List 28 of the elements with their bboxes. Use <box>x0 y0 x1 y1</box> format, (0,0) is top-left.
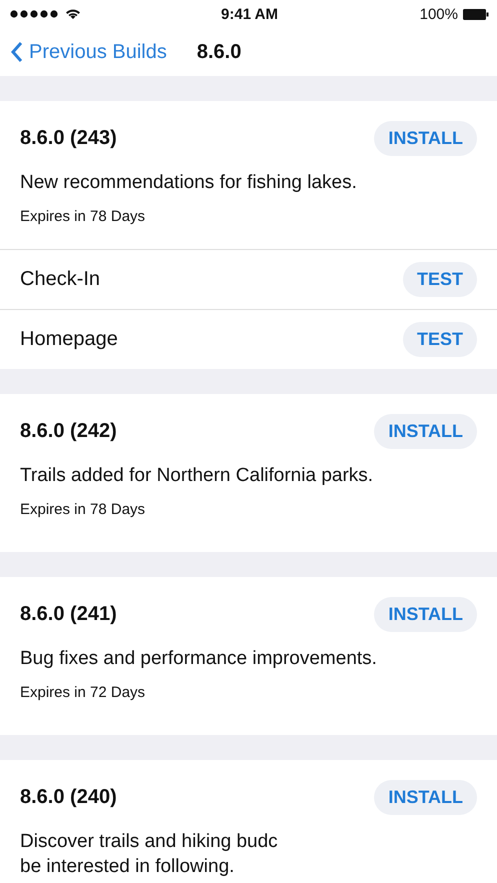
build-description: be interested in following. <box>20 855 236 879</box>
status-time: 9:41 AM <box>221 6 278 22</box>
battery-percent: 100% <box>420 6 458 22</box>
group-name: Check-In <box>20 268 100 291</box>
screen-title: 8.6.0 <box>196 40 242 64</box>
wifi-icon <box>65 8 81 20</box>
build-title: 8.6.0 (240) <box>20 786 117 809</box>
battery-icon <box>463 8 489 20</box>
group-name: Homepage <box>20 328 118 351</box>
expiry-text: Expires in 78 Days <box>20 501 146 518</box>
build-title: 8.6.0 (243) <box>20 127 117 150</box>
install-button[interactable]: INSTALL <box>374 597 477 632</box>
build-title: 8.6.0 (242) <box>20 420 117 443</box>
install-button[interactable]: INSTALL <box>374 780 477 815</box>
signal-icon <box>10 10 60 18</box>
back-button[interactable]: Previous Builds <box>10 40 167 64</box>
expiry-text: Expires in 78 Days <box>20 208 146 225</box>
build-description: Discover trails and hiking budc <box>20 830 279 854</box>
install-button[interactable]: INSTALL <box>374 121 477 156</box>
test-button[interactable]: TEST <box>402 262 477 297</box>
build-description: Bug fixes and performance improvements. <box>20 647 378 671</box>
build-description: New recommendations for fishing lakes. <box>20 171 358 195</box>
chevron-left-icon <box>10 41 23 63</box>
expiry-text: Expires in 72 Days <box>20 684 146 701</box>
test-button[interactable]: TEST <box>402 322 477 357</box>
install-button[interactable]: INSTALL <box>374 414 477 449</box>
build-title: 8.6.0 (241) <box>20 603 117 626</box>
build-description: Trails added for Northern California parks. <box>20 464 374 488</box>
